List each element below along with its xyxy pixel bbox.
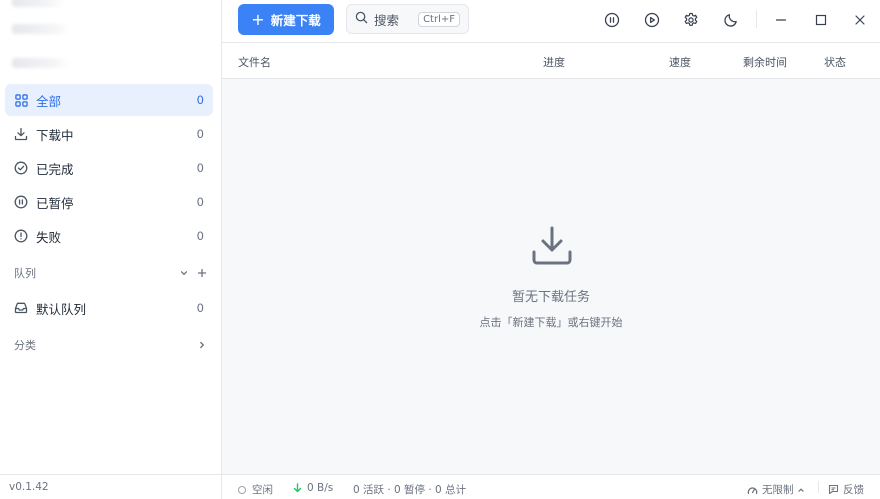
sidebar-item-count: 0 [196,93,204,107]
status-summary-text: 0 活跃 · 0 暂停 · 0 总计 [353,484,467,496]
sidebar-item-failed[interactable]: 失败 0 [5,220,213,252]
search-icon [355,11,368,27]
section-title: 分类 [14,339,36,352]
sidebar-item-count: 0 [196,229,204,243]
sidebar-item-completed[interactable]: 已完成 0 [5,152,213,184]
app-window: 全部 0 下载中 0 已完成 0 已暂停 0 失败 0 队列 默认队列 0 分类… [0,0,880,499]
add-queue-button[interactable] [194,265,210,281]
sidebar-item-label: 全部 [36,93,62,109]
column-header-filename[interactable]: 文件名 [238,54,271,70]
new-download-button[interactable]: + 新建下载 [238,4,334,35]
statusbar-divider [818,481,819,493]
queue-section-header: 队列 [14,264,210,282]
status-summary: 0 活跃 · 0 暂停 · 0 总计 [353,482,466,497]
maximize-icon[interactable] [810,9,832,31]
chevron-up-icon [797,487,804,492]
main-panel: + 新建下载 搜索 Ctrl+F 文件名 进度 速度 剩余时间 状态 暂无下载任… [222,0,880,499]
column-header-remaining-time[interactable]: 剩余时间 [743,54,787,70]
sidebar-item-all[interactable]: 全部 0 [5,84,213,116]
chevron-right-icon[interactable] [194,337,210,353]
blurred-header-line [12,58,70,68]
new-download-label: 新建下载 [270,13,321,28]
sidebar: 全部 0 下载中 0 已完成 0 已暂停 0 失败 0 队列 默认队列 0 分类… [0,0,222,499]
settings-icon[interactable] [680,9,702,31]
sidebar-item-default-queue[interactable]: 默认队列 0 [5,292,213,324]
toolbar-divider [756,10,757,28]
sidebar-item-paused[interactable]: 已暂停 0 [5,186,213,218]
sidebar-item-label: 已暂停 [36,195,74,211]
inbox-icon [14,301,28,315]
pause-all-icon[interactable] [601,9,623,31]
sidebar-item-count: 0 [196,301,204,315]
status-dot-icon [238,485,246,494]
download-list-area[interactable]: 暂无下载任务 点击「新建下载」或右键开始 [222,79,880,474]
speed-limit-control[interactable]: 无限制 [747,482,805,497]
feedback-button[interactable]: 反馈 [828,482,864,497]
pause-circle-icon [14,195,28,209]
minimize-icon[interactable] [770,9,792,31]
sidebar-item-downloading[interactable]: 下载中 0 [5,118,213,150]
search-shortcut-hint: Ctrl+F [418,11,460,27]
sidebar-item-count: 0 [196,161,204,175]
section-title: 队列 [14,267,36,280]
category-section-header[interactable]: 分类 [14,336,210,354]
status-speed: 0 B/s [293,482,333,494]
plus-icon: + [251,9,265,29]
feedback-icon [828,484,839,495]
download-icon [14,127,28,141]
sidebar-item-label: 失败 [36,229,62,245]
blurred-header-line [12,0,64,7]
plus-icon [197,268,207,278]
alert-circle-icon [14,229,28,243]
speed-limit-text: 无限制 [762,484,794,496]
feedback-text: 反馈 [843,484,864,496]
chevron-down-icon[interactable] [176,265,192,281]
close-icon[interactable] [849,9,871,31]
grid-icon [14,93,28,107]
search-placeholder: 搜索 [374,12,400,28]
column-header-speed[interactable]: 速度 [669,54,691,70]
empty-state-title: 暂无下载任务 [511,290,590,305]
table-header: 文件名 进度 速度 剩余时间 状态 [222,43,880,79]
blurred-header-line [12,24,70,34]
sidebar-item-count: 0 [196,195,204,209]
arrow-down-icon [293,483,302,493]
app-version: v0.1.42 [9,481,49,493]
status-speed-text: 0 B/s [307,482,334,494]
gauge-icon [747,486,758,494]
sidebar-item-label: 下载中 [36,127,74,143]
status-idle: 空闲 [238,482,273,497]
column-header-progress[interactable]: 进度 [543,54,565,70]
sidebar-item-count: 0 [196,127,204,141]
sidebar-item-label: 默认队列 [36,301,87,317]
status-state-text: 空闲 [252,484,273,496]
resume-all-icon[interactable] [641,9,663,31]
check-circle-icon [14,161,28,175]
sidebar-footer: v0.1.42 [0,474,222,499]
sidebar-item-label: 已完成 [36,161,74,177]
empty-state-hint: 点击「新建下载」或右键开始 [479,316,623,329]
search-input[interactable]: 搜索 Ctrl+F [346,4,469,34]
toolbar: + 新建下载 搜索 Ctrl+F [222,0,880,43]
theme-moon-icon[interactable] [720,9,742,31]
column-header-status[interactable]: 状态 [824,54,846,70]
status-bar: 空闲 0 B/s 0 活跃 · 0 暂停 · 0 总计 无限制 反馈 [222,474,880,499]
empty-download-icon [531,225,573,270]
